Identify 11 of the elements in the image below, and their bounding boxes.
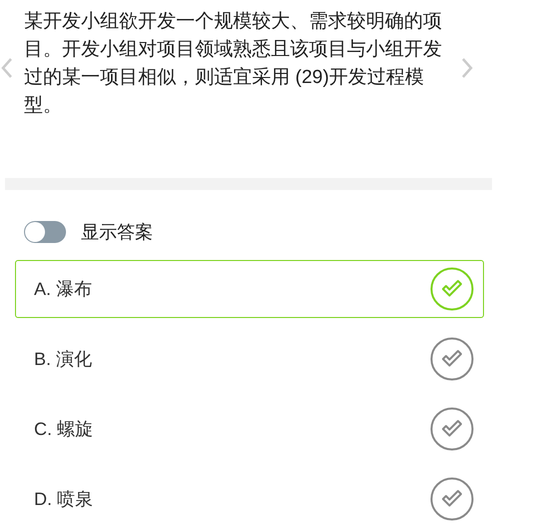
check-circle-icon [430, 477, 474, 521]
answer-option[interactable]: B. 演化 [15, 330, 484, 388]
question-text: 某开发小组欲开发一个规模较大、需求较明确的项目。开发小组对项目领域熟悉且该项目与小组开发过的某一项目相似，则适宜采用 (29)开发过程模型。 [24, 10, 443, 118]
toggle-label: 显示答案 [81, 221, 153, 244]
show-answer-toggle[interactable] [24, 221, 66, 243]
check-circle-icon [430, 337, 474, 381]
check-circle-icon [430, 407, 474, 451]
answer-option[interactable]: D. 喷泉 [15, 470, 484, 528]
answer-option[interactable]: C. 螺旋 [15, 400, 484, 458]
check-circle-icon [430, 267, 474, 311]
answer-option[interactable]: A. 瀑布 [15, 260, 484, 318]
